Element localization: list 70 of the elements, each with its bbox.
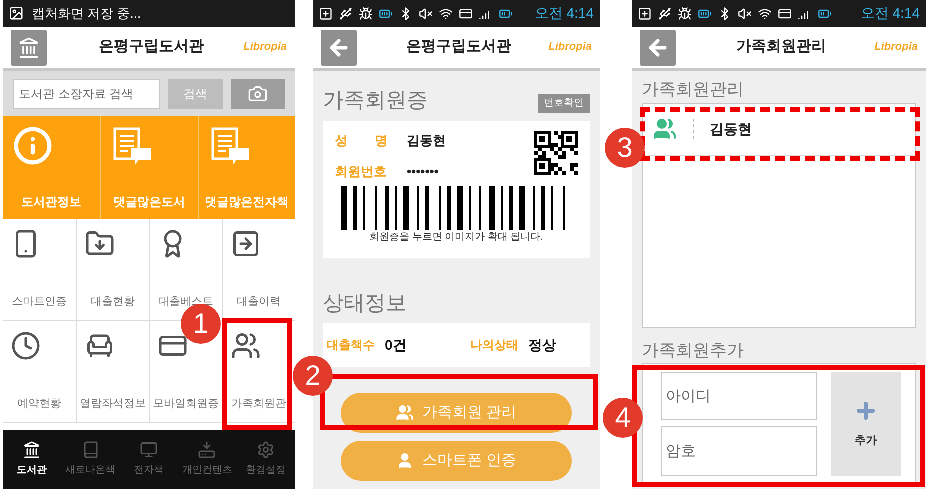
library-icon [23,441,42,459]
bug-icon [678,6,692,20]
menu-tile[interactable]: 예약현황 [3,321,76,423]
screen-title: 은평구립도서관 [98,37,205,58]
logo: Libropia [244,40,287,56]
number-check-button[interactable]: 번호확인 [538,94,590,112]
info-icon [13,126,53,166]
add-icon [319,6,333,20]
bug-icon [359,6,373,20]
field-label: 회원번호 [335,163,388,181]
camera-button[interactable] [230,78,285,108]
back-button[interactable] [640,30,676,66]
download-icon [198,441,216,459]
monitor-icon [140,441,158,459]
screen-title: 은평구립도서관 [405,37,512,58]
status-value: 0건 [385,336,407,354]
nav-tab[interactable]: 도서관 [3,430,62,489]
field-label: 성 명 [335,132,393,150]
usb-icon [339,6,353,20]
section-heading: 상태정보 [322,290,408,316]
add-icon [638,6,652,20]
section-heading: 가족회원증 [323,88,428,114]
logo: Libropia [874,40,918,56]
status-label: 나의상태 [470,337,518,354]
qr-code-drawing [534,130,578,174]
member-name[interactable]: 김동현 [710,118,752,140]
field-value: 김동현 [407,132,446,150]
mute-icon [738,6,752,20]
menu-tile[interactable]: 스마트인증 [3,219,76,321]
wifi-icon [758,6,772,20]
section-heading: 가족회원관리 [641,79,745,101]
clock-icon [11,331,41,361]
card-hint: 회원증을 누르면 이미지가 확대 됩니다. [370,232,544,244]
arrow-box-icon [231,229,261,259]
screen-title: 가족회원관리 [735,37,828,58]
home-button[interactable] [11,30,47,66]
wifi-icon [439,6,453,20]
status-label: 대출책수 [327,337,375,354]
password-field[interactable]: 암호 [661,426,817,476]
clock-time: 오전 4:14 [860,4,920,23]
clock-time: 오전 4:14 [534,4,594,23]
menu-tile[interactable]: 대출이력 [222,219,295,321]
nav-tab[interactable]: 개인컨텐츠 [178,430,237,489]
id-field[interactable]: 아이디 [661,372,817,420]
logo: Libropia [548,40,592,56]
book-icon [82,441,100,459]
nav-tab[interactable]: 전자책 [120,430,178,489]
notification-text: 캡처화면 저장 중... [32,4,142,23]
nav-tab[interactable]: 환경설정 [236,430,295,489]
back-button[interactable] [321,30,357,66]
nav-tab[interactable]: 새로나온책 [61,430,120,489]
people-icon [653,117,677,141]
menu-tile[interactable]: 대출현황 [76,219,149,321]
section-heading: 가족회원추가 [641,340,745,362]
settings-icon [256,441,275,459]
step-badge: 4 [603,398,643,438]
menu-tile[interactable]: 열람좌석정보 [76,321,149,423]
image-icon [9,6,24,21]
field-value: ••••••• [407,163,439,181]
camera-icon [248,84,268,104]
search-field[interactable]: 도서관 소장자료 검색 [13,78,160,108]
step-badge: 2 [293,356,333,396]
people-icon [396,404,414,422]
status-value: 정상 [528,336,556,354]
usb-icon [658,6,672,20]
people-icon [231,331,261,361]
bank-icon [18,36,40,58]
step-badge: 3 [605,128,645,168]
mute-icon [419,6,433,20]
add-button[interactable]: 추가 [831,372,901,476]
